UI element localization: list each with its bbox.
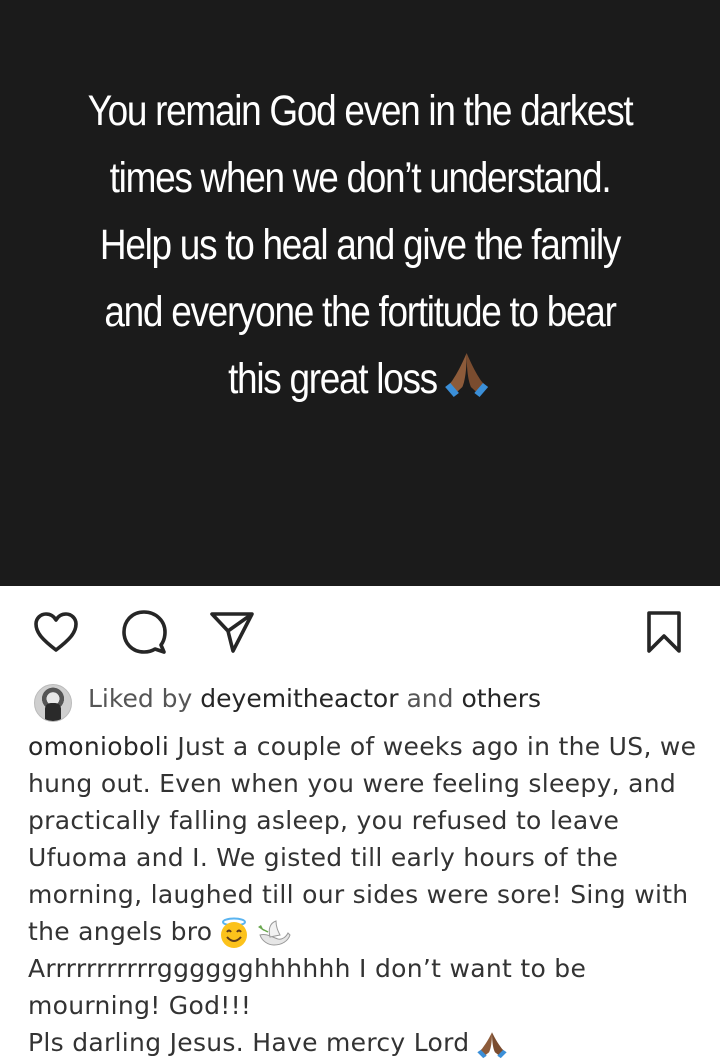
quote-line: You remain God even in the darkest bbox=[87, 87, 634, 135]
share-button[interactable] bbox=[208, 608, 256, 656]
caption-username[interactable]: omonioboli bbox=[28, 732, 169, 761]
quote-line: this great loss bbox=[228, 355, 438, 403]
quote-line: Help us to heal and give the family bbox=[99, 221, 621, 269]
quote-line: times when we don’t understand. bbox=[109, 154, 612, 202]
caption-line: Ufuoma and I. We gisted till early hours… bbox=[28, 843, 619, 872]
caption-line: hung out. Even when you were feeling sle… bbox=[28, 769, 677, 798]
caption-line: morning, laughed till our sides were sor… bbox=[28, 880, 689, 909]
comment-icon bbox=[122, 610, 167, 654]
post-image[interactable]: You remain God even in the darkest times… bbox=[0, 0, 720, 586]
send-icon bbox=[210, 612, 254, 653]
caption-line: omonioboli Just a couple of weeks ago in… bbox=[28, 728, 700, 765]
smiling-face-halo-icon bbox=[221, 917, 248, 948]
caption-line: the angels bro bbox=[28, 913, 700, 950]
caption: omonioboli Just a couple of weeks ago in… bbox=[28, 728, 700, 1061]
likes-others-link[interactable]: others bbox=[461, 684, 541, 713]
caption-text: the angels bro bbox=[28, 917, 213, 946]
praying-hands-icon bbox=[477, 1032, 508, 1059]
avatar[interactable] bbox=[34, 684, 72, 722]
quote-line: and everyone the fortitude to bear bbox=[104, 288, 617, 336]
likes-text[interactable]: Liked by deyemitheactor and others bbox=[88, 684, 541, 713]
caption-text: Pls darling Jesus. Have mercy Lord bbox=[28, 1028, 470, 1057]
caption-line: practically falling asleep, you refused … bbox=[28, 806, 620, 835]
comment-button[interactable] bbox=[120, 608, 168, 656]
bookmark-icon bbox=[647, 611, 681, 653]
heart-icon bbox=[34, 612, 78, 652]
action-bar bbox=[0, 586, 720, 676]
caption-line: Pls darling Jesus. Have mercy Lord bbox=[28, 1024, 700, 1061]
caption-line: mourning! God!!! bbox=[28, 991, 252, 1020]
dove-icon bbox=[258, 920, 291, 946]
save-button[interactable] bbox=[640, 608, 688, 656]
praying-hands-icon bbox=[445, 353, 489, 397]
like-button[interactable] bbox=[32, 608, 80, 656]
likes-row: Liked by deyemitheactor and others bbox=[0, 676, 720, 726]
caption-text: Just a couple of weeks ago in the US, we bbox=[169, 732, 697, 761]
likes-conj: and bbox=[406, 684, 454, 713]
caption-line: Arrrrrrrrrrrgggggghhhhhh I don’t want to… bbox=[28, 954, 587, 983]
likes-prefix: Liked by bbox=[88, 684, 193, 713]
quote-line-last: this great loss bbox=[85, 346, 635, 413]
post-quote: You remain God even in the darkest times… bbox=[85, 78, 635, 413]
likes-user-link[interactable]: deyemitheactor bbox=[200, 684, 398, 713]
